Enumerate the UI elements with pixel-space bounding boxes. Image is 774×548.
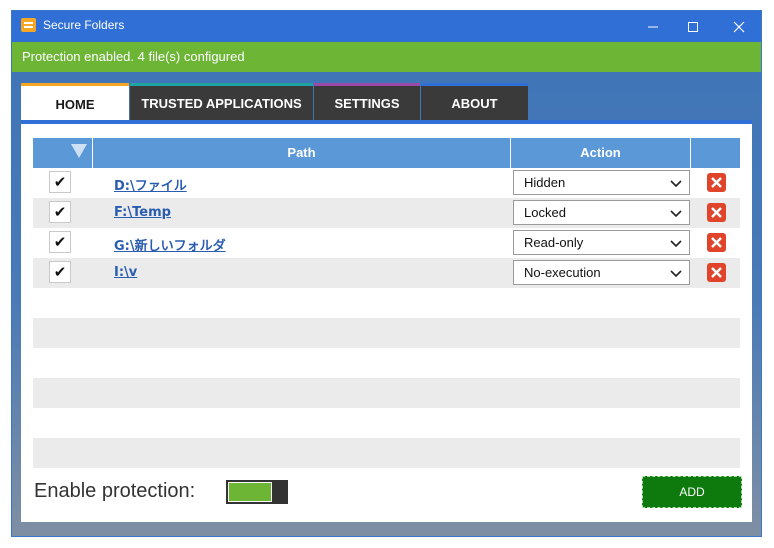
chevron-down-icon — [670, 270, 682, 278]
empty-row — [33, 438, 740, 468]
table-header: Path Action — [33, 138, 740, 168]
delete-button[interactable] — [707, 203, 726, 222]
tab-trusted-applications[interactable]: TRUSTED APPLICATIONS — [130, 83, 313, 120]
action-value: No-execution — [524, 265, 601, 280]
path-column-header[interactable]: Path — [93, 138, 511, 168]
delete-button[interactable] — [707, 233, 726, 252]
maximize-icon — [688, 21, 698, 32]
delete-icon — [711, 207, 722, 218]
toggle-fill — [228, 482, 272, 502]
filter-icon[interactable] — [71, 144, 87, 158]
row-checkbox[interactable]: ✔ — [49, 171, 71, 193]
home-panel: Path Action ✔ D:\ファイル Hidden ✔ F:\Temp L… — [21, 120, 752, 522]
empty-row — [33, 318, 740, 348]
delete-icon — [711, 267, 722, 278]
delete-icon — [711, 177, 722, 188]
app-icon — [21, 18, 36, 32]
add-button[interactable]: ADD — [642, 476, 742, 508]
action-select[interactable]: Hidden — [513, 170, 690, 195]
path-link[interactable]: G:\新しいフォルダ — [114, 235, 226, 254]
action-value: Locked — [524, 205, 566, 220]
close-button[interactable] — [717, 11, 761, 42]
delete-button[interactable] — [707, 173, 726, 192]
minimize-icon — [648, 26, 658, 27]
chevron-down-icon — [670, 240, 682, 248]
select-column-header[interactable] — [33, 138, 93, 168]
path-link[interactable]: I:\v — [114, 265, 137, 280]
action-select[interactable]: Locked — [513, 200, 690, 225]
tab-home[interactable]: HOME — [21, 83, 129, 122]
empty-row — [33, 288, 740, 318]
row-checkbox[interactable]: ✔ — [49, 201, 71, 223]
tab-settings[interactable]: SETTINGS — [314, 83, 420, 120]
empty-row — [33, 378, 740, 408]
empty-row — [33, 348, 740, 378]
enable-protection-label: Enable protection: — [34, 480, 196, 502]
minimize-button[interactable] — [631, 11, 675, 42]
delete-button[interactable] — [707, 263, 726, 282]
action-select[interactable]: Read-only — [513, 230, 690, 255]
status-banner: Protection enabled. 4 file(s) configured — [12, 42, 761, 72]
action-value: Hidden — [524, 175, 566, 190]
table-row: ✔ I:\v No-execution — [33, 258, 740, 288]
table-row: ✔ G:\新しいフォルダ Read-only — [33, 228, 740, 258]
empty-row — [33, 408, 740, 438]
table-row: ✔ D:\ファイル Hidden — [33, 168, 740, 198]
tab-about[interactable]: ABOUT — [421, 83, 528, 120]
delete-column-header — [691, 138, 740, 168]
action-value: Read-only — [524, 235, 584, 250]
table-row: ✔ F:\Temp Locked — [33, 198, 740, 228]
protection-toggle[interactable] — [226, 480, 288, 504]
close-icon — [733, 21, 745, 32]
title-bar[interactable]: Secure Folders — [12, 11, 761, 42]
path-link[interactable]: D:\ファイル — [114, 175, 187, 194]
path-link[interactable]: F:\Temp — [114, 205, 171, 220]
delete-icon — [711, 237, 722, 248]
row-checkbox[interactable]: ✔ — [49, 261, 71, 283]
chevron-down-icon — [670, 180, 682, 188]
app-window: Secure Folders Protection enabled. 4 fil… — [11, 10, 762, 537]
action-select[interactable]: No-execution — [513, 260, 690, 285]
chevron-down-icon — [670, 210, 682, 218]
row-checkbox[interactable]: ✔ — [49, 231, 71, 253]
maximize-button[interactable] — [671, 11, 715, 42]
action-column-header[interactable]: Action — [511, 138, 691, 168]
window-title: Secure Folders — [43, 18, 125, 32]
